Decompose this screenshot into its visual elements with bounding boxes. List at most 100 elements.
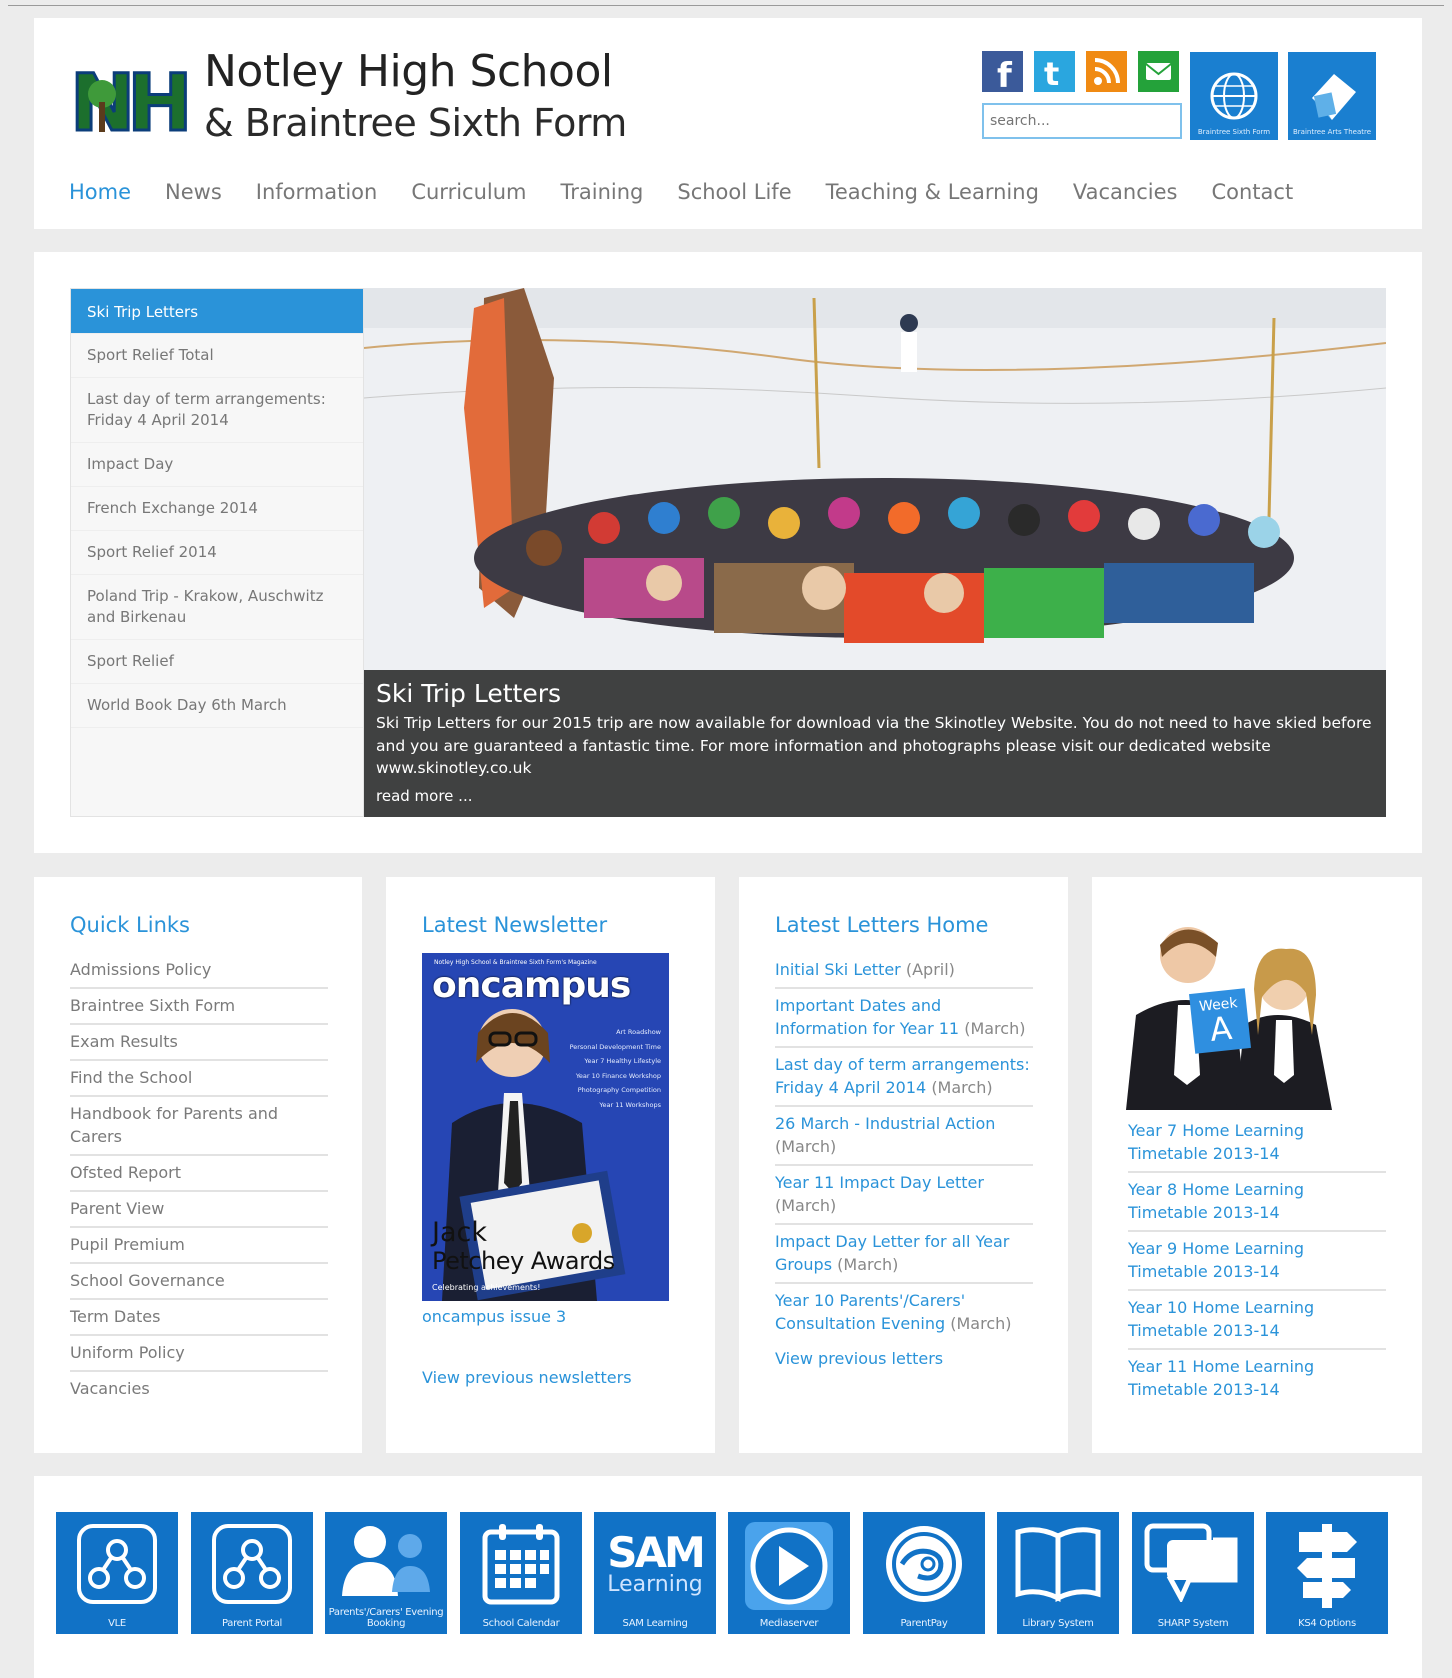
- parentpay-logo-icon: [886, 1526, 962, 1602]
- cover-contents-item: Personal Development Time: [569, 1042, 661, 1051]
- list-item[interactable]: Important Dates and Information for Year…: [775, 989, 1033, 1048]
- list-item[interactable]: Last day of term arrangements: Friday 4 …: [775, 1048, 1033, 1107]
- letter-title[interactable]: Important Dates and Information for Year…: [775, 996, 959, 1038]
- slider-item[interactable]: French Exchange 2014: [71, 487, 363, 531]
- list-item[interactable]: Year 11 Home Learning Timetable 2013-14: [1128, 1350, 1386, 1407]
- nav-curriculum[interactable]: Curriculum: [411, 174, 526, 210]
- slider-item[interactable]: Poland Trip - Krakow, Auschwitz and Birk…: [71, 575, 363, 640]
- cover-contents-item: Year 11 Workshops: [599, 1100, 661, 1109]
- sam-logo-icon: SAM Learning: [607, 1522, 706, 1606]
- braintree-sixth-form-tile[interactable]: Braintree Sixth Form: [1190, 52, 1278, 140]
- nav-contact[interactable]: Contact: [1211, 174, 1293, 210]
- list-item[interactable]: Year 11 Impact Day Letter (March): [775, 1166, 1033, 1225]
- slider-item[interactable]: World Book Day 6th March: [71, 684, 363, 728]
- network-icon: [212, 1524, 292, 1604]
- previous-letters-link[interactable]: View previous letters: [775, 1349, 1032, 1368]
- students-photo[interactable]: Week A: [1126, 905, 1336, 1110]
- letter-month: (March): [775, 1137, 837, 1156]
- slide-photo[interactable]: Ski Trip Letters Ski Trip Letters for ou…: [364, 288, 1386, 817]
- twitter-icon[interactable]: t: [1034, 51, 1075, 92]
- nav-vacancies[interactable]: Vacancies: [1073, 174, 1178, 210]
- list-item[interactable]: Year 9 Home Learning Timetable 2013-14: [1128, 1232, 1386, 1291]
- slider-item[interactable]: Impact Day: [71, 443, 363, 487]
- braintree-arts-theatre-tile[interactable]: Braintree Arts Theatre: [1288, 52, 1376, 140]
- cover-headline-1: Jack: [432, 1217, 487, 1248]
- slider-item[interactable]: Sport Relief: [71, 640, 363, 684]
- list-item[interactable]: Parent View: [70, 1192, 328, 1228]
- nav-news[interactable]: News: [165, 174, 222, 210]
- nav-information[interactable]: Information: [256, 174, 378, 210]
- tool-label: Parents'/Carers' Evening Booking: [328, 1607, 444, 1629]
- list-item[interactable]: Find the School: [70, 1061, 328, 1097]
- read-more-link[interactable]: read more ...: [376, 784, 1374, 808]
- quick-links-panel: Quick Links Admissions Policy Braintree …: [34, 877, 362, 1453]
- list-item[interactable]: Year 10 Parents'/Carers' Consultation Ev…: [775, 1284, 1033, 1341]
- evening-booking-button[interactable]: Parents'/Carers' Evening Booking: [325, 1512, 447, 1634]
- list-item[interactable]: Initial Ski Letter (April): [775, 953, 1033, 989]
- sharp-system-button[interactable]: SHARP System: [1132, 1512, 1254, 1634]
- slider-list: Ski Trip Letters Sport Relief Total Last…: [70, 288, 364, 817]
- facebook-icon[interactable]: f: [982, 51, 1023, 92]
- cover-contents-item: Photography Competition: [577, 1086, 661, 1094]
- newsletter-cover[interactable]: Notley High School & Braintree Sixth For…: [422, 953, 669, 1301]
- letter-title[interactable]: 26 March - Industrial Action: [775, 1114, 995, 1133]
- list-item[interactable]: Admissions Policy: [70, 953, 328, 989]
- list-item[interactable]: Handbook for Parents and Carers: [70, 1097, 328, 1156]
- tools-panel: VLE Parent Portal Parents'/Carers' Eveni…: [34, 1476, 1422, 1678]
- nav-home[interactable]: Home: [69, 174, 131, 210]
- school-logo[interactable]: NHS: [68, 52, 188, 142]
- cover-contents: Art Roadshow Personal Development Time Y…: [570, 1025, 661, 1112]
- top-rule: [8, 5, 1444, 6]
- letter-title[interactable]: Year 11 Impact Day Letter: [775, 1173, 984, 1192]
- list-item[interactable]: Exam Results: [70, 1025, 328, 1061]
- slider-item[interactable]: Sport Relief 2014: [71, 531, 363, 575]
- cover-tagline: Celebrating achievements!: [432, 1283, 541, 1292]
- slide-caption: Ski Trip Letters Ski Trip Letters for ou…: [364, 670, 1386, 817]
- newsletter-issue-link[interactable]: oncampus issue 3: [422, 1307, 679, 1326]
- list-item[interactable]: School Governance: [70, 1264, 328, 1300]
- slider-item[interactable]: Last day of term arrangements: Friday 4 …: [71, 378, 363, 443]
- vle-button[interactable]: VLE: [56, 1512, 178, 1634]
- nav-training[interactable]: Training: [561, 174, 644, 210]
- list-item[interactable]: Year 7 Home Learning Timetable 2013-14: [1128, 1114, 1386, 1173]
- tool-label: ParentPay: [900, 1618, 948, 1629]
- cover-contents-item: Year 7 Healthy Lifestyle: [584, 1057, 661, 1065]
- email-icon[interactable]: [1138, 51, 1179, 92]
- list-item[interactable]: 26 March - Industrial Action (March): [775, 1107, 1033, 1166]
- ks4-options-button[interactable]: KS4 Options: [1266, 1512, 1388, 1634]
- parentpay-button[interactable]: ParentPay: [863, 1512, 985, 1634]
- mediaserver-button[interactable]: Mediaserver: [728, 1512, 850, 1634]
- list-item[interactable]: Pupil Premium: [70, 1228, 328, 1264]
- newsletter-panel: Latest Newsletter Notley High School & B…: [386, 877, 715, 1453]
- letter-title[interactable]: Initial Ski Letter: [775, 960, 901, 979]
- list-item[interactable]: Term Dates: [70, 1300, 328, 1336]
- nav-school-life[interactable]: School Life: [677, 174, 791, 210]
- letter-month: (March): [837, 1255, 899, 1274]
- school-title[interactable]: Notley High School: [204, 46, 613, 98]
- previous-newsletters-link[interactable]: View previous newsletters: [422, 1368, 679, 1387]
- rss-icon[interactable]: [1086, 51, 1127, 92]
- school-calendar-button[interactable]: School Calendar: [460, 1512, 582, 1634]
- letters-title: Latest Letters Home: [775, 913, 989, 937]
- slider-item[interactable]: Sport Relief Total: [71, 334, 363, 378]
- play-icon: [745, 1522, 833, 1610]
- list-item[interactable]: Braintree Sixth Form: [70, 989, 328, 1025]
- main-nav: Home News Information Curriculum Trainin…: [69, 174, 1327, 210]
- parent-portal-button[interactable]: Parent Portal: [191, 1512, 313, 1634]
- nav-teaching-learning[interactable]: Teaching & Learning: [826, 174, 1039, 210]
- sam-learning-button[interactable]: SAM Learning SAM Learning: [594, 1512, 716, 1634]
- home-learning-list: Year 7 Home Learning Timetable 2013-14 Y…: [1128, 1114, 1386, 1407]
- list-item[interactable]: Year 8 Home Learning Timetable 2013-14: [1128, 1173, 1386, 1232]
- list-item[interactable]: Vacancies: [70, 1372, 328, 1406]
- list-item[interactable]: Uniform Policy: [70, 1336, 328, 1372]
- slider-item[interactable]: Ski Trip Letters: [71, 289, 363, 334]
- list-item[interactable]: Year 10 Home Learning Timetable 2013-14: [1128, 1291, 1386, 1350]
- search-input[interactable]: [982, 103, 1182, 139]
- calendar-icon: [482, 1524, 560, 1605]
- school-subtitle[interactable]: & Braintree Sixth Form: [204, 100, 627, 146]
- list-item[interactable]: Impact Day Letter for all Year Groups (M…: [775, 1225, 1033, 1284]
- caption-title[interactable]: Ski Trip Letters: [376, 678, 1374, 710]
- library-system-button[interactable]: Library System: [997, 1512, 1119, 1634]
- letter-title[interactable]: Year 10 Parents'/Carers' Consultation Ev…: [775, 1291, 965, 1333]
- list-item[interactable]: Ofsted Report: [70, 1156, 328, 1192]
